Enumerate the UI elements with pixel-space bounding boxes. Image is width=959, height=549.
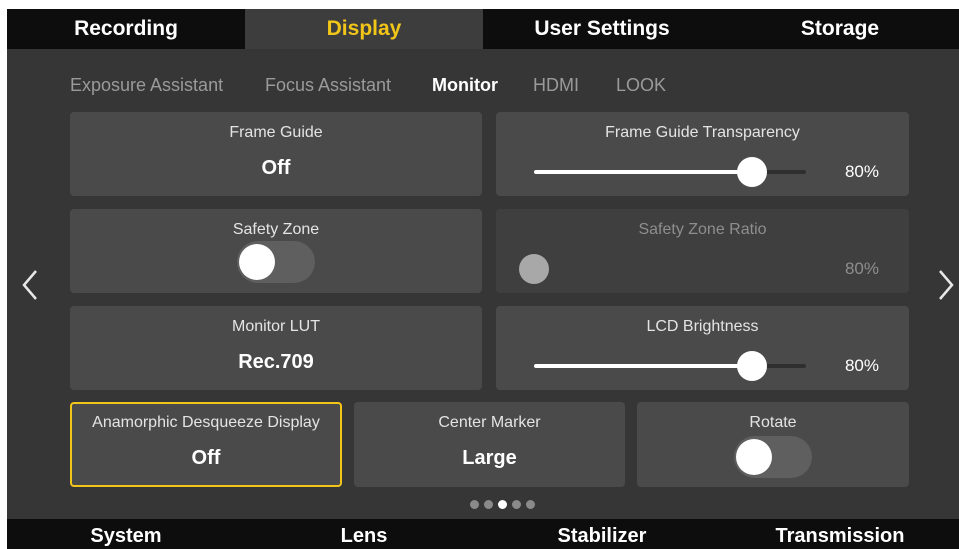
tab-stabilizer[interactable]: Stabilizer bbox=[483, 519, 721, 549]
safety-zone-ratio-value: 80% bbox=[844, 259, 879, 278]
tab-transmission[interactable]: Transmission bbox=[721, 519, 959, 549]
anamorphic-desqueeze-label: Anamorphic Desqueeze Display bbox=[92, 414, 320, 431]
slider-knob[interactable] bbox=[736, 351, 767, 381]
frame-guide-transparency-slider[interactable] bbox=[534, 157, 806, 187]
frame-guide-transparency-card[interactable]: Frame Guide Transparency 80% bbox=[496, 112, 909, 196]
tab-user-settings[interactable]: User Settings bbox=[483, 9, 721, 49]
safety-zone-card[interactable]: Safety Zone bbox=[70, 209, 482, 293]
slider-knob[interactable] bbox=[736, 157, 767, 187]
safety-zone-toggle[interactable] bbox=[237, 241, 315, 283]
safety-zone-ratio-label: Safety Zone Ratio bbox=[638, 221, 767, 238]
bottom-tab-bar: System Lens Stabilizer Transmission bbox=[7, 519, 959, 549]
tab-system[interactable]: System bbox=[7, 519, 245, 549]
toggle-knob bbox=[239, 244, 275, 280]
subtab-monitor[interactable]: Monitor bbox=[432, 75, 498, 99]
subtab-focus-assistant[interactable]: Focus Assistant bbox=[265, 75, 391, 99]
tab-display[interactable]: Display bbox=[245, 9, 483, 49]
monitor-lut-card[interactable]: Monitor LUT Rec.709 bbox=[70, 306, 482, 390]
center-marker-value: Large bbox=[462, 447, 517, 469]
chevron-right-icon[interactable] bbox=[933, 267, 957, 303]
toggle-knob bbox=[736, 439, 772, 475]
page-dot[interactable] bbox=[512, 500, 521, 509]
center-marker-card[interactable]: Center Marker Large bbox=[354, 402, 625, 487]
monitor-lut-label: Monitor LUT bbox=[231, 318, 321, 335]
page-indicator bbox=[470, 500, 535, 509]
subtab-hdmi[interactable]: HDMI bbox=[533, 75, 579, 99]
slider-fill bbox=[534, 170, 752, 174]
lcd-brightness-slider[interactable] bbox=[534, 351, 806, 381]
top-tab-bar: Recording Display User Settings Storage bbox=[7, 9, 959, 49]
page-dot[interactable] bbox=[526, 500, 535, 509]
frame-guide-card[interactable]: Frame Guide Off bbox=[70, 112, 482, 196]
frame-guide-transparency-label: Frame Guide Transparency bbox=[605, 124, 800, 141]
frame-guide-transparency-value: 80% bbox=[844, 162, 879, 181]
tab-lens[interactable]: Lens bbox=[245, 519, 483, 549]
page-dot[interactable] bbox=[470, 500, 479, 509]
rotate-label: Rotate bbox=[749, 414, 797, 431]
frame-guide-value: Off bbox=[261, 157, 291, 179]
frame-guide-label: Frame Guide bbox=[229, 124, 323, 141]
camera-display-screen: Recording Display User Settings Storage … bbox=[7, 9, 959, 549]
chevron-left-icon[interactable] bbox=[19, 267, 43, 303]
slider-fill bbox=[534, 364, 752, 368]
anamorphic-desqueeze-value: Off bbox=[191, 447, 221, 469]
rotate-card[interactable]: Rotate bbox=[637, 402, 909, 487]
page-dot[interactable] bbox=[484, 500, 493, 509]
lcd-brightness-card[interactable]: LCD Brightness 80% bbox=[496, 306, 909, 390]
tab-recording[interactable]: Recording bbox=[7, 9, 245, 49]
monitor-lut-value: Rec.709 bbox=[238, 351, 314, 373]
slider-knob bbox=[519, 254, 549, 284]
subtab-exposure-assistant[interactable]: Exposure Assistant bbox=[70, 75, 223, 99]
center-marker-label: Center Marker bbox=[438, 414, 541, 431]
lcd-brightness-label: LCD Brightness bbox=[646, 318, 759, 335]
lcd-brightness-value: 80% bbox=[844, 356, 879, 375]
page-dot-active[interactable] bbox=[498, 500, 507, 509]
rotate-toggle[interactable] bbox=[734, 436, 812, 478]
safety-zone-ratio-card: Safety Zone Ratio 80% bbox=[496, 209, 909, 293]
safety-zone-ratio-slider bbox=[519, 254, 806, 284]
safety-zone-label: Safety Zone bbox=[232, 221, 320, 238]
tab-storage[interactable]: Storage bbox=[721, 9, 959, 49]
anamorphic-desqueeze-card[interactable]: Anamorphic Desqueeze Display Off bbox=[70, 402, 342, 487]
subtab-look[interactable]: LOOK bbox=[616, 75, 666, 99]
